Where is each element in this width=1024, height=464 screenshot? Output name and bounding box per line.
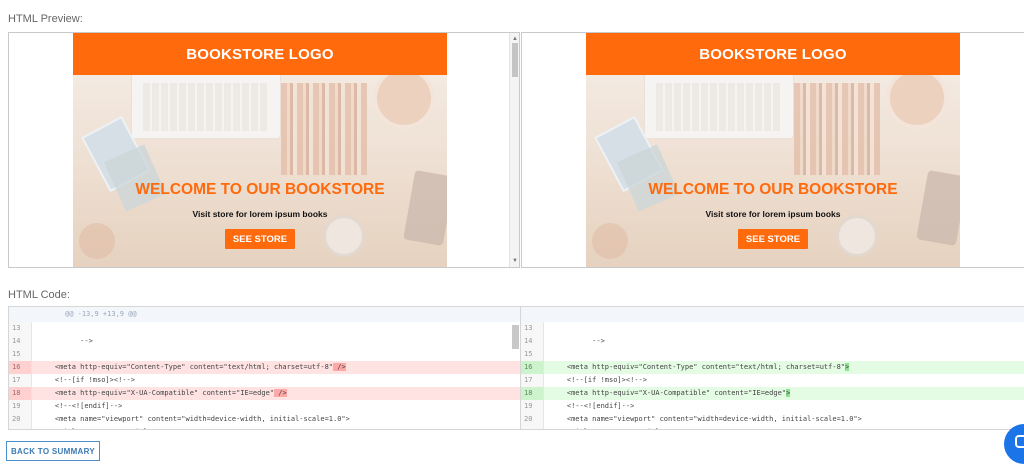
line-number: 16 xyxy=(521,361,544,374)
line-number: 20 xyxy=(521,413,544,426)
bookstore-logo: BOOKSTORE LOGO xyxy=(186,45,334,63)
code-line: 15 xyxy=(9,348,520,361)
diff-highlight: > xyxy=(845,363,850,371)
line-number: 16 xyxy=(9,361,32,374)
code-line: 13 xyxy=(521,322,1024,335)
line-number: 20 xyxy=(9,413,32,426)
line-number: 21 xyxy=(521,426,544,429)
line-number: 14 xyxy=(521,335,544,348)
hero-subline: Visit store for lorem ipsum books xyxy=(705,209,841,219)
code-text: --> xyxy=(38,337,93,345)
code-text: <title>BOOKSTORE</title> xyxy=(32,426,156,429)
chat-icon xyxy=(1015,435,1024,448)
code-diff-modified[interactable]: 13 14 --> 15 16 <meta http-equiv="Content-T… xyxy=(521,306,1024,430)
code-line: 13 xyxy=(9,322,520,335)
arrow-up-icon[interactable]: ▲ xyxy=(510,35,519,43)
line-number: 17 xyxy=(9,374,32,387)
code-text: <meta name="viewport" content="width=dev… xyxy=(550,415,862,423)
code-line: 16 <meta http-equiv="Content-Type" conte… xyxy=(521,361,1024,374)
hunk-header: @@ -13,9 +13,9 @@ xyxy=(9,307,520,322)
code-line: 15 xyxy=(521,348,1024,361)
code-text: <meta http-equiv="X-UA-Compatible" conte… xyxy=(38,389,287,397)
code-line: 16 <meta http-equiv="Content-Type" conte… xyxy=(9,361,520,374)
code-lines: 13 14 --> 15 16 <meta http-equiv="Content-T… xyxy=(9,322,520,429)
code-text: <!--[if !mso]><!--> xyxy=(550,376,647,384)
see-store-button[interactable]: SEE STORE xyxy=(738,229,808,249)
email-preview: BOOKSTORE LOGO WELCOME TO OUR BOOKSTORE … xyxy=(73,33,447,267)
preview-panel-modified[interactable]: BOOKSTORE LOGO WELCOME TO OUR BOOKSTORE … xyxy=(521,32,1024,268)
arrow-down-icon[interactable]: ▼ xyxy=(510,257,519,265)
bookstore-logo: BOOKSTORE LOGO xyxy=(699,45,847,63)
code-line: 17 <!--[if !mso]><!--> xyxy=(521,374,1024,387)
code-text: <!--<![endif]--> xyxy=(38,402,123,410)
code-text: <meta http-equiv="Content-Type" content=… xyxy=(38,363,346,371)
code-line: 19 <!--<![endif]--> xyxy=(9,400,520,413)
line-number: 15 xyxy=(521,348,544,361)
code-scrollbar[interactable] xyxy=(512,323,520,429)
code-text: <meta http-equiv="X-UA-Compatible" conte… xyxy=(550,389,791,397)
code-line: 14 --> xyxy=(521,335,1024,348)
chat-button[interactable] xyxy=(1004,424,1024,464)
code-lines: 13 14 --> 15 16 <meta http-equiv="Content-T… xyxy=(521,322,1024,429)
code-line: 21 <title>BOOKSTORE</title> xyxy=(521,426,1024,429)
code-line: 19 <!--<![endif]--> xyxy=(521,400,1024,413)
code-line: 17 <!--[if !mso]><!--> xyxy=(9,374,520,387)
scrollbar-thumb[interactable] xyxy=(512,325,519,349)
line-number: 17 xyxy=(521,374,544,387)
hero-banner: WELCOME TO OUR BOOKSTORE Visit store for… xyxy=(73,75,447,267)
code-text: --> xyxy=(550,337,605,345)
line-number: 13 xyxy=(9,322,32,335)
code-line: 18 <meta http-equiv="X-UA-Compatible" co… xyxy=(521,387,1024,400)
code-text: <!--[if !mso]><!--> xyxy=(38,376,135,384)
email-preview: BOOKSTORE LOGO WELCOME TO OUR BOOKSTORE … xyxy=(586,33,960,267)
diff-highlight: /> xyxy=(333,363,346,371)
code-line: 18 <meta http-equiv="X-UA-Compatible" co… xyxy=(9,387,520,400)
code-text: <title>BOOKSTORE</title> xyxy=(544,426,668,429)
back-to-summary-button[interactable]: BACK TO SUMMARY xyxy=(6,441,100,461)
hero-headline: WELCOME TO OUR BOOKSTORE xyxy=(135,181,385,198)
code-line: 20 <meta name="viewport" content="width=… xyxy=(9,413,520,426)
hero-headline: WELCOME TO OUR BOOKSTORE xyxy=(648,181,898,198)
hunk-header xyxy=(521,307,1024,322)
line-number: 19 xyxy=(9,400,32,413)
html-preview-label: HTML Preview: xyxy=(8,13,83,25)
line-number: 18 xyxy=(9,387,32,400)
see-store-button[interactable]: SEE STORE xyxy=(225,229,295,249)
code-text: <!--<![endif]--> xyxy=(550,402,635,410)
preview-panel-original[interactable]: BOOKSTORE LOGO WELCOME TO OUR BOOKSTORE … xyxy=(8,32,520,268)
line-number: 15 xyxy=(9,348,32,361)
code-text: <meta http-equiv="Content-Type" content=… xyxy=(550,363,850,371)
hero-subline: Visit store for lorem ipsum books xyxy=(192,209,328,219)
line-number: 19 xyxy=(521,400,544,413)
code-diff-original[interactable]: @@ -13,9 +13,9 @@ 13 14 --> 15 16 <meta htt… xyxy=(8,306,521,430)
line-number: 18 xyxy=(521,387,544,400)
code-text: <meta name="viewport" content="width=dev… xyxy=(38,415,350,423)
html-code-label: HTML Code: xyxy=(8,289,70,301)
line-number: 13 xyxy=(521,322,544,335)
diff-highlight: /> xyxy=(274,389,287,397)
diff-highlight: > xyxy=(786,389,791,397)
email-header: BOOKSTORE LOGO xyxy=(73,33,447,75)
code-line: 20 <meta name="viewport" content="width=… xyxy=(521,413,1024,426)
line-number: 14 xyxy=(9,335,32,348)
code-line: 14 --> xyxy=(9,335,520,348)
hero-banner: WELCOME TO OUR BOOKSTORE Visit store for… xyxy=(586,75,960,267)
line-number: 21 xyxy=(9,426,32,429)
code-line: 21 <title>BOOKSTORE</title> xyxy=(9,426,520,429)
preview-scrollbar[interactable]: ▲ ▼ xyxy=(509,33,519,267)
email-header: BOOKSTORE LOGO xyxy=(586,33,960,75)
scrollbar-thumb[interactable] xyxy=(512,43,518,77)
